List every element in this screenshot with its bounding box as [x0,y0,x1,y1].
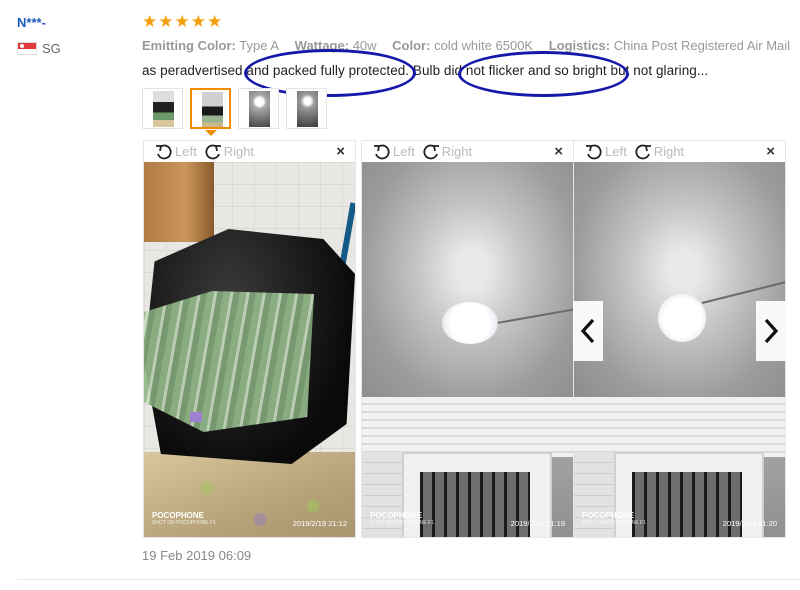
close-icon[interactable]: × [766,144,775,160]
photo-thumbnail-ceiling-light [249,91,270,127]
photo-thumbnails [142,88,327,129]
rotate-right-button[interactable]: Right [633,142,684,162]
rotate-left-icon [156,144,172,159]
divider [17,579,800,580]
review-photo: POCOPHONE SHOT ON POCOPHONE F1 2019/2/19 … [144,162,355,537]
photo-viewer: Left Right × POCOPHONE SHOT ON POCOPHONE … [361,140,574,538]
photo-watermark: POCOPHONE SHOT ON POCOPHONE F1 [370,511,434,526]
rotate-right-label: Right [653,144,685,159]
photo-timestamp: 2019/2/19 21:12 [292,519,347,528]
review-date: 19 Feb 2019 06:09 [142,548,252,563]
attr-value-wattage: 40w [352,38,377,53]
close-icon[interactable]: × [336,144,345,160]
rotate-right-button[interactable]: Right [203,142,254,162]
attr-value-logistics: China Post Registered Air Mail [613,38,791,53]
photo-thumbnail-active[interactable] [190,88,231,129]
attr-key-wattage: Wattage: [294,38,350,53]
viewer-toolbar: Left Right × [574,141,785,162]
reviewer-country: SG [17,41,61,56]
product-attributes: Emitting Color: Type A Wattage: 40w Colo… [142,38,800,53]
photo-viewer: Left Right × POCOPHONE SHOT ON POCOPHONE … [143,140,356,538]
review-photo: POCOPHONE SHOT ON POCOPHONE F1 2019/2/19 … [574,162,785,537]
rotate-right-label: Right [223,144,255,159]
photo-watermark: POCOPHONE SHOT ON POCOPHONE F1 [152,511,216,526]
rotate-right-icon [205,144,221,159]
chevron-left-icon [580,318,595,344]
star-icon: ★ [207,12,223,31]
rotate-left-icon [374,144,390,159]
rotate-right-icon [635,144,651,159]
rotate-left-button[interactable]: Left [154,142,197,162]
star-icon: ★ [174,12,190,31]
photo-viewer: Left Right × POCOPHONE SHOT ON POCOPHONE … [573,140,786,538]
viewer-toolbar: Left Right × [144,141,355,162]
photo-thumbnail-ceiling-light-2 [297,91,318,127]
star-icon: ★ [158,12,174,31]
rotate-left-icon [586,144,602,159]
carousel-next-button[interactable] [756,301,786,361]
singapore-flag-icon [17,42,37,55]
chevron-right-icon [764,318,779,344]
reviewer-name: N***- [17,15,46,30]
photo-thumbnail-package-box [202,92,223,127]
review-photo: POCOPHONE SHOT ON POCOPHONE F1 2019/2/19 … [362,162,573,537]
photo-thumbnail[interactable] [238,88,279,129]
star-icon: ★ [190,12,206,31]
rotate-right-button[interactable]: Right [421,142,472,162]
attr-key-logistics: Logistics: [548,38,611,53]
country-code: SG [42,41,61,56]
rotate-left-label: Left [605,144,627,159]
attr-key-emitting-color: Emitting Color: [142,38,236,53]
active-thumbnail-pointer [205,130,217,136]
viewer-toolbar: Left Right × [362,141,573,162]
rotate-right-icon [423,144,439,159]
review-text: as peradvertised and packed fully protec… [142,63,709,78]
photo-thumbnail-package [153,91,174,127]
photo-watermark: POCOPHONE SHOT ON POCOPHONE F1 [582,511,646,526]
star-rating: ★ ★ ★ ★ ★ [142,12,222,32]
photo-thumbnail[interactable] [286,88,327,129]
close-icon[interactable]: × [554,144,563,160]
photo-thumbnail[interactable] [142,88,183,129]
attr-key-color: Color: [392,38,431,53]
rotate-right-label: Right [441,144,473,159]
star-icon: ★ [142,12,158,31]
attr-value-color: cold white 6500K [434,38,534,53]
carousel-prev-button[interactable] [573,301,603,361]
rotate-left-button[interactable]: Left [372,142,415,162]
rotate-left-button[interactable]: Left [584,142,627,162]
rotate-left-label: Left [175,144,197,159]
rotate-left-label: Left [393,144,415,159]
photo-timestamp: 2019/2/19 21:20 [722,519,777,528]
photo-timestamp: 2019/2/19 21:19 [510,519,565,528]
attr-value-emitting-color: Type A [239,38,280,53]
